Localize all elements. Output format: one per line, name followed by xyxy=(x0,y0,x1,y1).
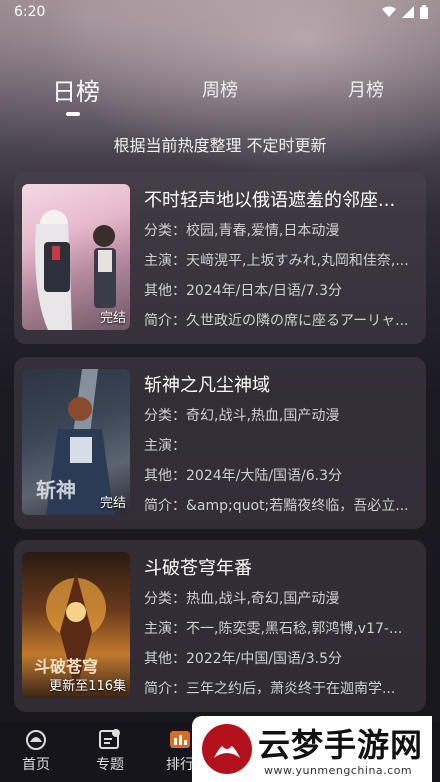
nav-topic[interactable]: 专题 xyxy=(80,728,140,774)
anime-cast: 主演：天﨑滉平,上坂すみれ,丸岡和佳奈,... xyxy=(144,253,409,269)
ranking-subtitle: 根据当前热度整理 不定时更新 xyxy=(113,136,327,155)
anime-other: 其他：2022年/中国/国语/3.5分 xyxy=(144,651,343,667)
tab-daily[interactable]: 日榜 xyxy=(52,72,100,107)
watermark: 云梦手游网 www.yunmengchina.com xyxy=(192,716,432,782)
nav-home[interactable]: 首页 xyxy=(6,728,66,774)
tab-monthly[interactable]: 月榜 xyxy=(348,76,384,102)
watermark-url: www.yunmengchina.com xyxy=(264,764,413,777)
nav-home-label: 首页 xyxy=(22,757,50,773)
anime-category: 分类：奇幻,战斗,热血,国产动漫 xyxy=(144,408,340,424)
anime-title: 不时轻声地以俄语遮羞的邻座... xyxy=(144,190,396,211)
wifi-icon xyxy=(382,6,396,17)
anime-intro: 简介：三年之约后，萧炎终于在迦南学... xyxy=(144,681,396,697)
anime-other: 其他：2024年/日本/日语/7.3分 xyxy=(144,283,343,299)
svg-text:斩神: 斩神 xyxy=(36,478,76,502)
signal-icon xyxy=(402,6,414,18)
status-bar: 6:20 xyxy=(0,0,440,26)
status-badge: 更新至116集 xyxy=(49,679,126,694)
ranking-tabs: 日榜 周榜 月榜 xyxy=(0,76,440,116)
anime-cover: 斗破苍穹 更新至116集 xyxy=(22,552,130,698)
svg-text:斗破苍穹: 斗破苍穹 xyxy=(34,657,98,676)
anime-title: 斩神之凡尘神域 xyxy=(144,375,270,396)
anime-cover: 斩神 完结 xyxy=(22,369,130,515)
watermark-name: 云梦手游网 xyxy=(258,726,424,764)
anime-cast: 主演： xyxy=(144,438,186,454)
nav-ranking-label: 排行 xyxy=(166,757,194,773)
topic-icon xyxy=(99,729,120,749)
battery-icon xyxy=(420,5,428,19)
anime-card[interactable]: 斗破苍穹 更新至116集 斗破苍穹年番 分类：热血,战斗,奇幻,国产动漫 主演：… xyxy=(14,540,426,712)
status-badge: 完结 xyxy=(99,311,126,326)
anime-title: 斗破苍穹年番 xyxy=(144,558,252,579)
nav-topic-label: 专题 xyxy=(96,757,124,773)
anime-card[interactable]: 斩神 完结 斩神之凡尘神域 分类：奇幻,战斗,热血,国产动漫 主演： 其他：20… xyxy=(14,357,426,529)
anime-other: 其他：2024年/大陆/国语/6.3分 xyxy=(144,468,343,484)
status-badge: 完结 xyxy=(99,496,126,511)
anime-intro: 简介：久世政近の隣の席に座るアーリャ... xyxy=(144,313,409,329)
anime-category: 分类：校园,青春,爱情,日本动漫 xyxy=(144,223,340,239)
home-icon xyxy=(26,730,46,750)
watermark-logo xyxy=(202,724,252,774)
anime-card[interactable]: 完结 不时轻声地以俄语遮羞的邻座... 分类：校园,青春,爱情,日本动漫 主演：… xyxy=(14,172,426,344)
anime-cast: 主演：不一,陈奕雯,黑石稔,郭鸿博,v17-... xyxy=(144,621,403,637)
anime-intro: 简介：&amp;quot;若黯夜终临，吾必立... xyxy=(144,498,409,514)
tab-indicator xyxy=(66,112,80,116)
status-icons xyxy=(382,5,428,19)
status-time: 6:20 xyxy=(14,4,46,20)
tab-weekly[interactable]: 周榜 xyxy=(202,76,238,102)
anime-cover: 完结 xyxy=(22,184,130,330)
ranking-icon xyxy=(170,731,190,748)
anime-category: 分类：热血,战斗,奇幻,国产动漫 xyxy=(144,591,340,607)
